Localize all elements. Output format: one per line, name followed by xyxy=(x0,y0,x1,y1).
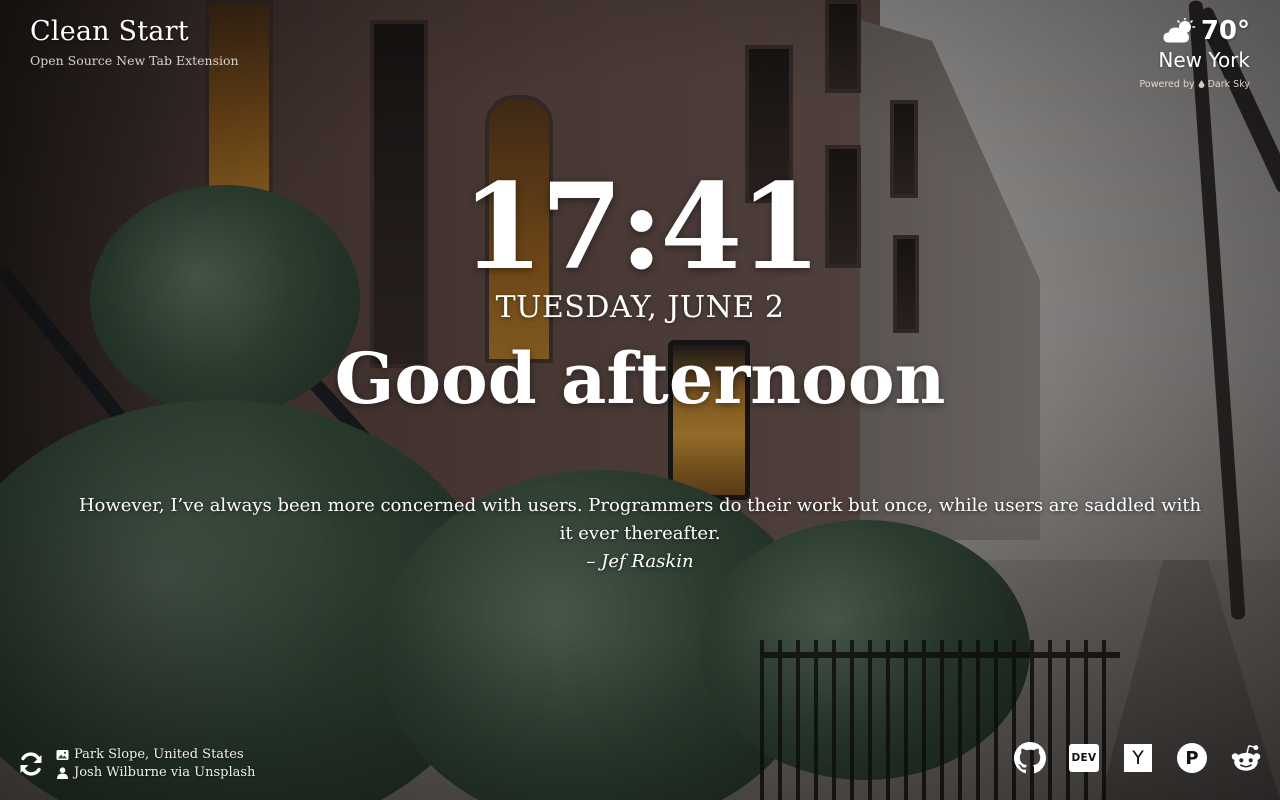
product-hunt-link[interactable]: P xyxy=(1176,742,1208,774)
brand: Clean Start Open Source New Tab Extensio… xyxy=(30,16,239,68)
image-icon xyxy=(56,749,69,761)
quote: However, I’ve always been more concerned… xyxy=(70,492,1210,576)
clock-time: 17:41 xyxy=(461,157,822,296)
weather-provider: Dark Sky xyxy=(1207,79,1250,90)
weather-attribution[interactable]: Powered by Dark Sky xyxy=(1140,79,1250,90)
greeting: Good afternoon xyxy=(334,337,946,420)
dev-icon[interactable]: DEV xyxy=(1069,744,1099,772)
quote-text: However, I’ve always been more concerned… xyxy=(78,495,1202,544)
refresh-icon[interactable] xyxy=(17,750,45,778)
photo-credits: Park Slope, United States Josh Wilburne … xyxy=(16,747,255,780)
product-hunt-icon[interactable]: P xyxy=(1177,743,1207,773)
app-subtitle: Open Source New Tab Extension xyxy=(30,53,239,68)
user-icon xyxy=(56,766,69,779)
weather-summary: 70° xyxy=(1140,16,1250,46)
partly-cloudy-icon xyxy=(1163,17,1197,44)
app-title: Clean Start xyxy=(30,16,189,47)
dark-sky-icon xyxy=(1198,80,1205,89)
photo-author-link[interactable]: Josh Wilburne via Unsplash xyxy=(74,765,255,780)
weather-widget: 70° New York Powered by Dark Sky xyxy=(1140,16,1250,91)
credit-lines: Park Slope, United States Josh Wilburne … xyxy=(56,747,255,780)
reddit-icon[interactable] xyxy=(1230,742,1262,774)
photo-location-link[interactable]: Park Slope, United States xyxy=(74,747,244,762)
photo-author[interactable]: Josh Wilburne via Unsplash xyxy=(56,765,255,780)
hacker-news-link[interactable]: Y xyxy=(1122,742,1154,774)
hacker-news-icon[interactable]: Y xyxy=(1124,744,1152,772)
quote-author: – Jef Raskin xyxy=(586,551,694,572)
reddit-link[interactable] xyxy=(1230,742,1262,774)
new-tab-page: Clean Start Open Source New Tab Extensio… xyxy=(0,0,1280,800)
refresh-background-button[interactable] xyxy=(16,749,46,779)
dev-link[interactable]: DEV xyxy=(1068,742,1100,774)
weather-city: New York xyxy=(1158,48,1250,72)
powered-by-label: Powered by xyxy=(1139,79,1195,90)
photo-location[interactable]: Park Slope, United States xyxy=(56,747,255,762)
clock-section: 17:41 TUESDAY, JUNE 2 Good afternoon xyxy=(0,168,1280,419)
github-icon[interactable] xyxy=(1014,742,1046,774)
site-links: DEV Y P xyxy=(1014,742,1262,774)
temperature: 70° xyxy=(1200,16,1250,46)
clock-date: TUESDAY, JUNE 2 xyxy=(495,290,785,325)
github-link[interactable] xyxy=(1014,742,1046,774)
